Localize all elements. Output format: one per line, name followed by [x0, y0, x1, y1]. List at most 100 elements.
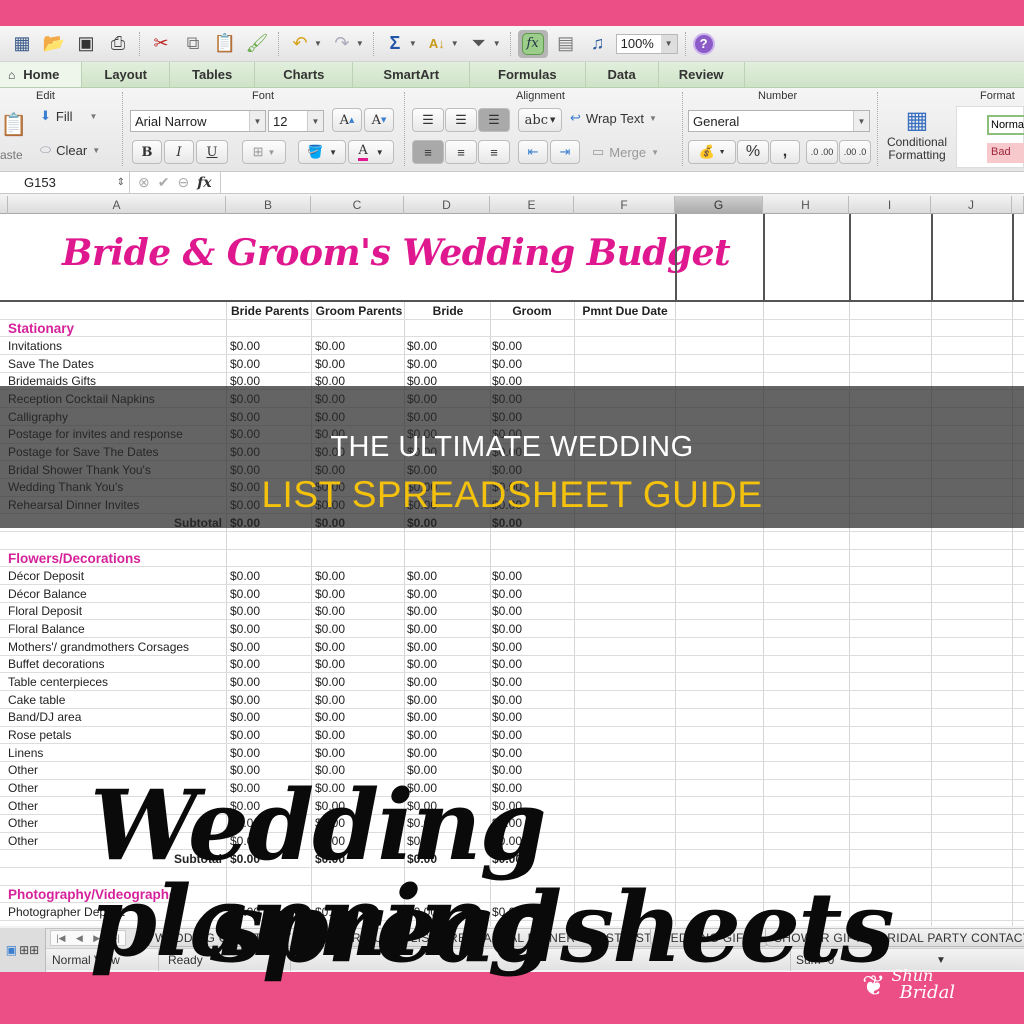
percent-style-button[interactable]: % — [737, 140, 769, 164]
clear-button[interactable]: ⬭ Clear ▼ — [40, 142, 100, 158]
open-icon[interactable]: 📂 — [40, 30, 68, 58]
borders-button[interactable]: ⊞ ▼ — [242, 140, 286, 164]
name-box[interactable]: G153 ⇕ — [0, 171, 130, 194]
sort-icon[interactable]: A↓ — [423, 30, 451, 58]
accounting-format-button[interactable]: 💰 ▼ — [688, 140, 736, 164]
align-right-button[interactable]: ≡ — [478, 140, 510, 164]
italic-button[interactable]: I — [164, 140, 194, 164]
redo-icon[interactable]: ↷ — [328, 30, 356, 58]
autosum-icon[interactable]: Σ — [381, 30, 409, 58]
column-header-k[interactable] — [1012, 196, 1024, 214]
table-row[interactable]: Save The Dates $0.00 $0.00 $0.00 $0.00 — [0, 355, 1024, 373]
table-row[interactable]: Floral Balance $0.00 $0.00 $0.00 $0.00 — [0, 620, 1024, 639]
media-browser-icon[interactable]: ♫ — [584, 30, 612, 58]
shrink-font-button[interactable]: A ▼ — [364, 108, 394, 132]
tab-data[interactable]: Data — [586, 62, 659, 87]
fill-button[interactable]: ⬇ Fill ▼ — [40, 108, 97, 124]
stepper-icon[interactable]: ⇕ — [117, 177, 125, 188]
align-bottom-button[interactable]: ☰ — [478, 108, 510, 132]
column-header-b[interactable]: B — [226, 196, 311, 214]
increase-decimal-button[interactable]: .0 .00 — [806, 140, 838, 164]
equals-icon[interactable]: ⊖ — [177, 174, 189, 191]
formula-builder-button[interactable]: fx — [517, 29, 548, 58]
grow-font-button[interactable]: A ▲ — [332, 108, 362, 132]
empty-row[interactable] — [0, 532, 1024, 550]
toolbox-icon[interactable]: ▤ — [552, 30, 580, 58]
align-left-button[interactable]: ≡ — [412, 140, 444, 164]
fill-color-button[interactable]: 🪣 ▼ — [298, 140, 346, 164]
column-header-d[interactable]: D — [404, 196, 490, 214]
confirm-icon[interactable]: ✔ — [158, 174, 170, 191]
help-icon[interactable]: ? — [692, 32, 715, 55]
table-row[interactable]: Band/DJ area $0.00 $0.00 $0.00 $0.00 — [0, 709, 1024, 727]
first-sheet-icon[interactable]: |◀ — [56, 933, 65, 944]
print-icon[interactable]: ⎙ — [104, 30, 132, 58]
orientation-button[interactable]: abc ▼ — [518, 108, 562, 132]
sort-dropdown-icon[interactable]: ▼ — [451, 39, 459, 48]
cut-icon[interactable]: ✂ — [147, 30, 175, 58]
column-header-i[interactable]: I — [849, 196, 931, 214]
select-all-corner[interactable] — [0, 196, 8, 214]
table-row[interactable]: Buffet decorations $0.00 $0.00 $0.00 $0.00 — [0, 656, 1024, 674]
merge-button[interactable]: ▭ Merge ▼ — [592, 144, 659, 160]
decrease-indent-button[interactable]: ⇤ — [518, 140, 548, 164]
copy-icon[interactable]: ⧉ — [179, 30, 207, 58]
table-row[interactable]: Invitations $0.00 $0.00 $0.00 $0.00 — [0, 337, 1024, 356]
tab-charts[interactable]: Charts — [255, 62, 354, 87]
table-row[interactable]: Mothers'/ grandmothers Corsages $0.00 $0.0… — [0, 638, 1024, 656]
column-header-g[interactable]: G — [675, 196, 763, 214]
format-painter-icon[interactable]: 🖌 — [243, 30, 271, 58]
table-row[interactable]: Rose petals $0.00 $0.00 $0.00 $0.00 — [0, 727, 1024, 745]
table-row[interactable]: Table centerpieces $0.00 $0.00 $0.00 $0.00 — [0, 673, 1024, 692]
formula-input[interactable] — [221, 172, 1024, 194]
underline-button[interactable]: U — [196, 140, 228, 164]
column-header-c[interactable]: C — [311, 196, 404, 214]
font-size-select[interactable]: 12 ▼ — [268, 110, 324, 132]
cancel-icon[interactable]: ⊗ — [138, 174, 150, 191]
style-bad[interactable]: Bad — [987, 143, 1024, 163]
increase-indent-button[interactable]: ⇥ — [550, 140, 580, 164]
table-row[interactable]: Floral Deposit $0.00 $0.00 $0.00 $0.00 — [0, 603, 1024, 621]
zoom-select[interactable]: 100% ▼ — [615, 33, 678, 54]
column-header-h[interactable]: H — [763, 196, 849, 214]
undo-dropdown-icon[interactable]: ▼ — [314, 39, 322, 48]
comma-style-button[interactable]: , — [770, 140, 800, 164]
bold-button[interactable]: B — [132, 140, 162, 164]
table-row[interactable]: Linens $0.00 $0.00 $0.00 $0.00 — [0, 744, 1024, 762]
tab-home[interactable]: ⌂ Home — [0, 62, 83, 87]
column-header-f[interactable]: F — [574, 196, 675, 214]
filter-dropdown-icon[interactable]: ▼ — [493, 39, 501, 48]
style-normal[interactable]: Norma — [987, 115, 1024, 135]
table-row[interactable]: Décor Balance $0.00 $0.00 $0.00 $0.00 — [0, 585, 1024, 603]
filter-icon[interactable]: ⏷ — [465, 30, 493, 58]
section-header-row[interactable]: Flowers/Decorations — [0, 550, 1024, 568]
tab-layout[interactable]: Layout — [82, 62, 170, 87]
title-row[interactable]: Bride & Groom's Wedding Budget — [0, 214, 1024, 302]
tab-smartart[interactable]: SmartArt — [353, 62, 471, 87]
save-icon[interactable]: ▣ — [72, 30, 100, 58]
insert-function-icon[interactable]: fx — [197, 175, 211, 191]
column-header-a[interactable]: A — [8, 196, 226, 214]
number-format-select[interactable]: General ▼ — [688, 110, 870, 132]
align-top-button[interactable]: ☰ — [412, 108, 444, 132]
tab-review[interactable]: Review — [659, 62, 745, 87]
column-header-j[interactable]: J — [931, 196, 1012, 214]
table-row[interactable]: Décor Deposit $0.00 $0.00 $0.00 $0.00 — [0, 567, 1024, 585]
gallery-icon[interactable]: ▦ — [8, 30, 36, 58]
section-header-row[interactable]: Stationary — [0, 320, 1024, 338]
wrap-text-button[interactable]: ↩ Wrap Text ▼ — [570, 110, 657, 126]
align-center-button[interactable]: ≡ — [445, 140, 477, 164]
tab-formulas[interactable]: Formulas — [470, 62, 586, 87]
decrease-decimal-button[interactable]: .00 .0 — [839, 140, 871, 164]
align-middle-button[interactable]: ☰ — [445, 108, 477, 132]
column-header-e[interactable]: E — [490, 196, 574, 214]
table-row[interactable]: Cake table $0.00 $0.00 $0.00 $0.00 — [0, 691, 1024, 709]
conditional-formatting-button[interactable]: ▦ Conditional Formatting — [882, 106, 952, 168]
paste-icon[interactable]: 📋 — [211, 30, 239, 58]
paste-button[interactable]: 📋 aste — [0, 108, 32, 168]
redo-dropdown-icon[interactable]: ▼ — [356, 39, 364, 48]
prev-sheet-icon[interactable]: ◀ — [76, 933, 83, 944]
undo-icon[interactable]: ↶ — [286, 30, 314, 58]
tab-tables[interactable]: Tables — [170, 62, 256, 87]
normal-view-icon[interactable]: ▣ — [6, 943, 17, 957]
